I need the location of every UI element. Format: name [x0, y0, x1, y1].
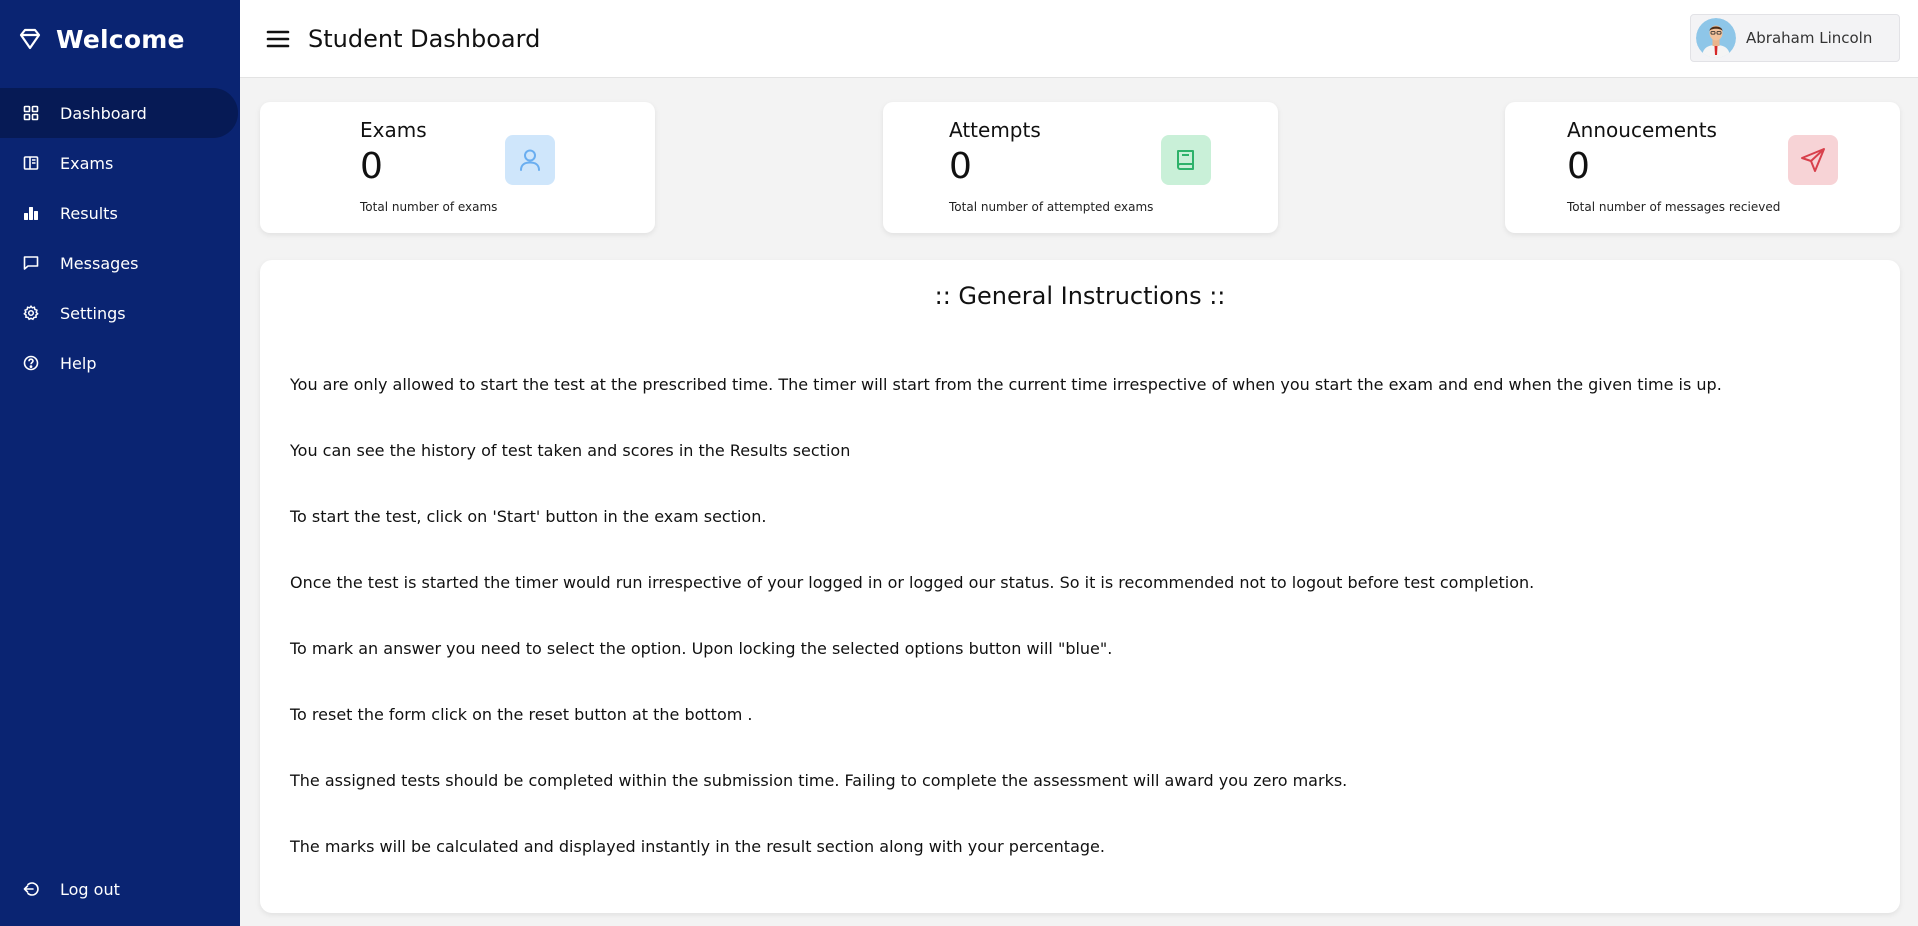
- sidebar-item-exams[interactable]: Exams: [0, 138, 240, 188]
- sidebar-item-help[interactable]: Help: [0, 338, 240, 388]
- book-icon: [1161, 135, 1211, 185]
- card-description: Total number of attempted exams: [949, 200, 1154, 214]
- instructions-list: You are only allowed to start the test a…: [290, 374, 1870, 902]
- card-title: Annoucements: [1567, 118, 1717, 142]
- sidebar-item-label: Help: [60, 353, 97, 373]
- card-title: Exams: [360, 118, 427, 142]
- grid-icon: [22, 104, 40, 122]
- page-title: Student Dashboard: [308, 24, 541, 53]
- top-bar: Student Dashboard Abraham Lincoln: [240, 0, 1918, 78]
- hamburger-menu-icon[interactable]: [264, 25, 292, 53]
- instruction-item: You can see the history of test taken an…: [290, 441, 851, 460]
- send-icon: [1788, 135, 1838, 185]
- card-description: Total number of messages recieved: [1567, 200, 1781, 214]
- logout-label: Log out: [60, 879, 120, 899]
- sidebar-item-messages[interactable]: Messages: [0, 238, 240, 288]
- user-icon: [505, 135, 555, 185]
- instruction-item: The marks will be calculated and display…: [290, 837, 1105, 856]
- instructions-panel: :: General Instructions :: You are only …: [260, 260, 1900, 913]
- card-value: 0: [949, 146, 972, 187]
- sidebar-nav: Dashboard Exams Results Messages Setting…: [0, 88, 240, 388]
- sidebar-item-dashboard[interactable]: Dashboard: [0, 88, 238, 138]
- user-profile-button[interactable]: Abraham Lincoln: [1690, 14, 1900, 62]
- diamond-icon: [18, 27, 42, 51]
- stat-card-attempts: Attempts 0 Total number of attempted exa…: [883, 102, 1278, 233]
- sidebar-item-label: Results: [60, 203, 118, 223]
- instruction-item: You are only allowed to start the test a…: [290, 375, 1722, 394]
- instruction-item: To start the test, click on 'Start' butt…: [290, 507, 767, 526]
- help-circle-icon: [22, 354, 40, 372]
- instructions-title: :: General Instructions ::: [934, 282, 1226, 310]
- instruction-item: The assigned tests should be completed w…: [290, 771, 1348, 790]
- sidebar-item-results[interactable]: Results: [0, 188, 240, 238]
- sidebar-item-label: Exams: [60, 153, 114, 173]
- card-value: 0: [360, 146, 383, 187]
- avatar: [1696, 18, 1736, 58]
- sidebar: Welcome Dashboard Exams Results Messages…: [0, 0, 240, 926]
- logout-button[interactable]: Log out: [0, 864, 240, 914]
- card-value: 0: [1567, 146, 1590, 187]
- card-description: Total number of exams: [360, 200, 498, 214]
- card-title: Attempts: [949, 118, 1041, 142]
- user-name: Abraham Lincoln: [1746, 29, 1873, 47]
- book-open-icon: [22, 154, 40, 172]
- instruction-item: To reset the form click on the reset but…: [290, 705, 753, 724]
- sidebar-item-label: Settings: [60, 303, 126, 323]
- instruction-item: To mark an answer you need to select the…: [290, 639, 1113, 658]
- stat-card-exams: Exams 0 Total number of exams: [260, 102, 655, 233]
- stat-card-annoucements: Annoucements 0 Total number of messages …: [1505, 102, 1900, 233]
- logout-icon: [22, 880, 40, 898]
- bar-chart-icon: [22, 204, 40, 222]
- brand[interactable]: Welcome: [0, 0, 240, 78]
- sidebar-item-settings[interactable]: Settings: [0, 288, 240, 338]
- message-icon: [22, 254, 40, 272]
- gear-icon: [22, 304, 40, 322]
- sidebar-item-label: Messages: [60, 253, 139, 273]
- instruction-item: Once the test is started the timer would…: [290, 573, 1535, 592]
- sidebar-item-label: Dashboard: [60, 103, 147, 123]
- brand-title: Welcome: [56, 24, 185, 54]
